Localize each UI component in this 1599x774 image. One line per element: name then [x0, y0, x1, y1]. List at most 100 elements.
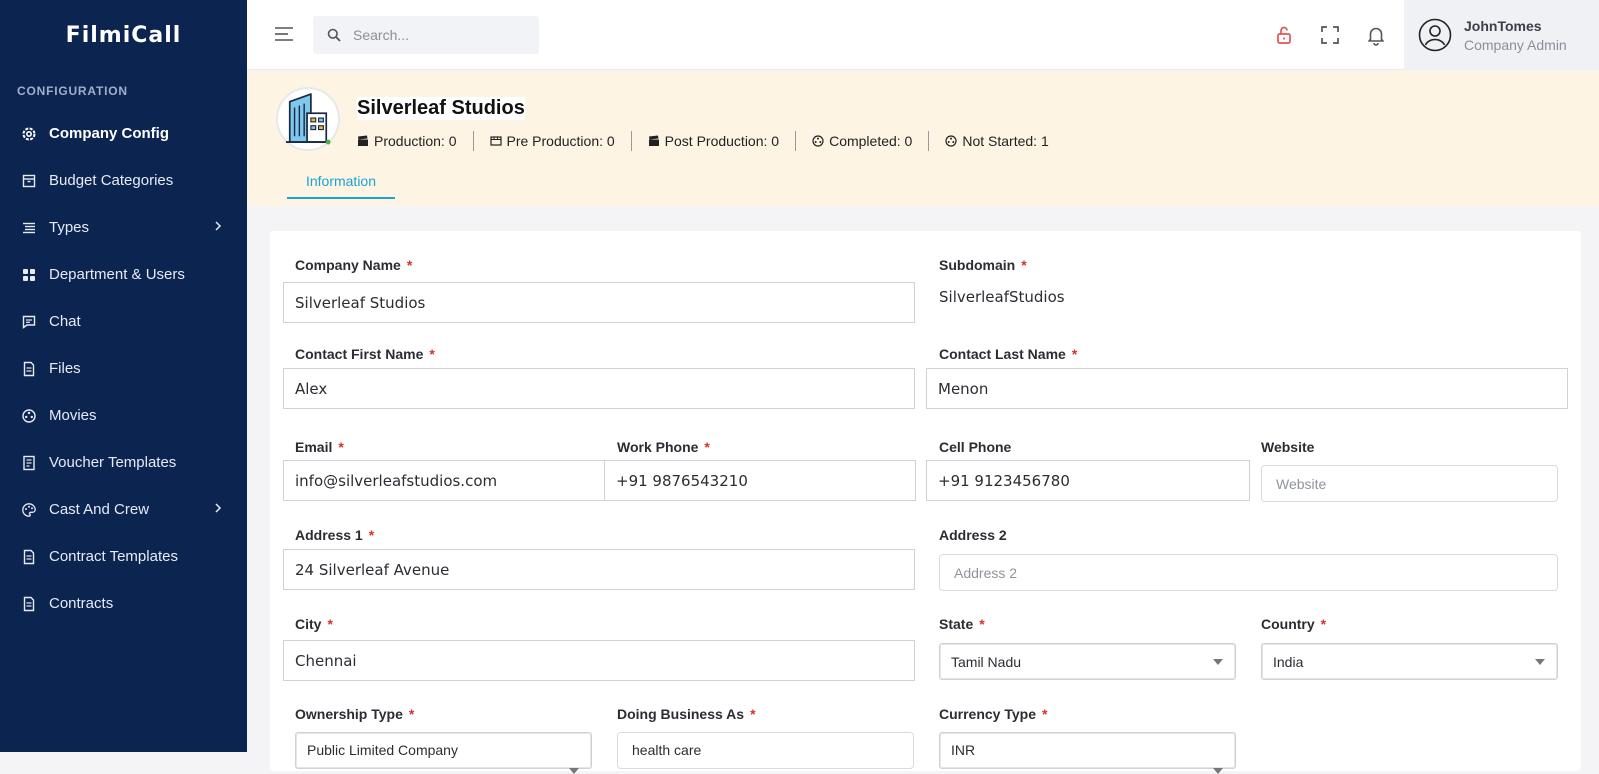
sidebar-item-department-users[interactable]: Department & Users: [0, 251, 247, 298]
chevron-down-icon: [1535, 658, 1545, 665]
chevron-right-icon: [215, 221, 222, 231]
stat-not-started: Not Started: 1: [928, 131, 1064, 151]
sidebar-item-label: Chat: [49, 313, 81, 330]
hamburger-menu-icon[interactable]: [274, 25, 294, 43]
sidebar-item-label: Company Config: [49, 125, 169, 142]
sidebar-item-label: Voucher Templates: [49, 454, 177, 471]
contact-first-name-label: Contact First Name *: [295, 346, 435, 362]
sidebar-item-contract-templates[interactable]: Contract Templates: [0, 533, 247, 580]
sidebar-item-company-config[interactable]: Company Config: [0, 110, 247, 157]
sidebar-item-voucher-templates[interactable]: Voucher Templates: [0, 439, 247, 486]
email-input[interactable]: info@silverleafstudios.com: [283, 460, 605, 501]
user-avatar-icon: [1418, 18, 1452, 52]
fullscreen-icon[interactable]: [1319, 24, 1341, 46]
stat-production: Production: 0: [357, 131, 473, 151]
film-reel-icon: [812, 135, 824, 147]
subdomain-label: Subdomain *: [939, 257, 1027, 273]
project-stats: Production: 0 Pre Production: 0 Post Pro…: [357, 131, 1065, 151]
sidebar-item-label: Movies: [49, 407, 97, 424]
lock-open-icon[interactable]: [1273, 24, 1295, 46]
cell-phone-input[interactable]: +91 9123456780: [926, 460, 1250, 501]
gear-icon: [21, 126, 37, 142]
search-input[interactable]: [353, 27, 523, 43]
ownership-type-value: Public Limited Company: [307, 742, 458, 758]
film-reel-icon: [21, 408, 37, 424]
stat-completed: Completed: 0: [795, 131, 928, 151]
company-logo: [276, 87, 340, 151]
user-name: JohnTomes: [1464, 17, 1542, 34]
company-name-input[interactable]: Silverleaf Studios: [283, 282, 915, 323]
building-icon: [285, 93, 331, 145]
sidebar-item-cast-and-crew[interactable]: Cast And Crew: [0, 486, 247, 533]
website-label: Website: [1261, 439, 1315, 455]
work-phone-input[interactable]: +91 9876543210: [604, 460, 916, 501]
sidebar-item-label: Department & Users: [49, 266, 185, 283]
sidebar-item-chat[interactable]: Chat: [0, 298, 247, 345]
currency-type-value: INR: [951, 742, 976, 758]
sidebar-item-movies[interactable]: Movies: [0, 392, 247, 439]
state-label: State *: [939, 616, 985, 632]
user-role: Company Admin: [1464, 36, 1567, 53]
sidebar-item-label: Files: [49, 360, 81, 377]
sidebar-item-contracts[interactable]: Contracts: [0, 580, 247, 627]
chevron-right-icon: [215, 503, 222, 513]
file-icon: [21, 361, 37, 377]
clapper-icon: [358, 135, 368, 146]
sidebar-item-budget-categories[interactable]: Budget Categories: [0, 157, 247, 204]
address1-input[interactable]: 24 Silverleaf Avenue: [283, 549, 915, 590]
ownership-type-select[interactable]: Public Limited Company: [295, 732, 592, 774]
sidebar-item-label: Contract Templates: [49, 548, 178, 565]
chevron-down-icon: [569, 768, 579, 774]
top-header: JohnTomes Company Admin: [247, 0, 1599, 70]
ownership-type-label: Ownership Type *: [295, 706, 415, 722]
state-select[interactable]: Tamil Nadu: [939, 643, 1236, 680]
stat-label: Completed: 0: [829, 133, 913, 149]
document-icon: [21, 549, 37, 565]
document-icon: [21, 596, 37, 612]
sidebar-section-label: CONFIGURATION: [17, 84, 128, 98]
city-input[interactable]: Chennai: [283, 640, 915, 681]
currency-type-select[interactable]: INR: [939, 732, 1236, 774]
stat-label: Post Production: 0: [664, 133, 780, 149]
address1-label: Address 1 *: [295, 527, 375, 543]
stat-pre-production: Pre Production: 0: [472, 131, 631, 151]
address2-label: Address 2: [939, 527, 1007, 543]
subdomain-value: SilverleafStudios: [939, 288, 1065, 306]
company-name-label: Company Name *: [295, 257, 413, 273]
email-label: Email *: [295, 439, 344, 455]
website-input[interactable]: Website: [1261, 465, 1558, 502]
contact-last-name-input[interactable]: Menon: [926, 368, 1568, 409]
city-label: City *: [295, 616, 333, 632]
search-box: [313, 16, 539, 54]
user-menu[interactable]: JohnTomes Company Admin: [1404, 0, 1599, 70]
search-icon: [327, 28, 341, 42]
sidebar-item-files[interactable]: Files: [0, 345, 247, 392]
film-reel-icon: [945, 135, 957, 147]
notification-bell-icon[interactable]: [1365, 24, 1387, 46]
user-info: JohnTomes Company Admin: [1464, 18, 1567, 53]
currency-type-label: Currency Type *: [939, 706, 1048, 722]
document-icon: [21, 455, 37, 471]
work-phone-label: Work Phone *: [617, 439, 710, 455]
brand-logo[interactable]: FilmiCall: [0, 0, 247, 70]
sidebar-item-label: Budget Categories: [49, 172, 174, 189]
clapper-icon: [648, 135, 659, 146]
stat-label: Pre Production: 0: [506, 133, 615, 149]
chat-icon: [21, 314, 37, 330]
company-form-card: Company Name * Silverleaf Studios Subdoma…: [270, 231, 1581, 774]
sidebar-item-label: Types: [49, 219, 90, 236]
tab-information[interactable]: Information: [287, 164, 395, 199]
film-icon: [489, 136, 502, 146]
grid-icon: [21, 267, 37, 283]
doing-business-as-input[interactable]: health care: [617, 732, 914, 769]
address2-input[interactable]: Address 2: [939, 554, 1558, 591]
palette-icon: [21, 502, 37, 518]
company-banner: Silverleaf Studios Production: 0 Pre Pro…: [247, 71, 1599, 206]
contact-first-name-input[interactable]: Alex: [283, 368, 915, 409]
archive-icon: [21, 173, 37, 189]
country-select[interactable]: India: [1261, 643, 1558, 680]
sidebar-item-types[interactable]: Types: [0, 204, 247, 251]
cell-phone-label: Cell Phone: [939, 439, 1012, 455]
chevron-down-icon: [1213, 768, 1223, 774]
chevron-down-icon: [1213, 658, 1223, 665]
